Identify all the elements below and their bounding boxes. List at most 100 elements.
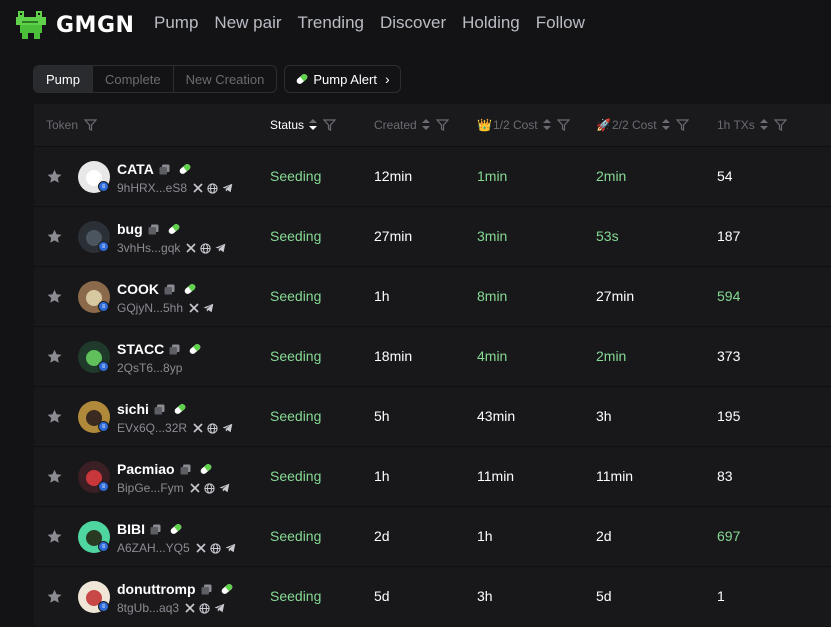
copy-icon[interactable]	[164, 284, 175, 295]
filter-icon[interactable]	[435, 119, 449, 131]
nav-new-pair[interactable]: New pair	[214, 13, 281, 33]
created-cell: 27min	[374, 228, 413, 244]
copy-icon[interactable]	[150, 524, 161, 535]
token-symbol[interactable]: donuttromp	[117, 581, 196, 597]
table-row[interactable]: ≡ COOK GQjyN...5hh Seeding 1h 8min 27min 594	[34, 266, 831, 326]
telegram-icon[interactable]	[214, 603, 225, 613]
copy-icon[interactable]	[154, 404, 165, 415]
token-symbol[interactable]: bug	[117, 221, 143, 237]
table-row[interactable]: ≡ CATA 9hHRX...eS8 Seeding 12min 1min 2min 54	[34, 146, 831, 206]
token-symbol[interactable]: CATA	[117, 161, 154, 177]
star-icon[interactable]	[46, 588, 63, 605]
pump-alert-button[interactable]: Pump Alert ›	[284, 65, 401, 93]
brand-name: GMGN	[56, 12, 135, 38]
nav-holding[interactable]: Holding	[462, 13, 520, 33]
brand-logo[interactable]: GMGN	[16, 9, 134, 41]
token-address[interactable]: 8tgUb...aq3	[117, 601, 179, 615]
table-header: Token Status Created 👑 1/2 Cost 🚀 2/2 Co…	[34, 104, 831, 146]
telegram-icon[interactable]	[222, 183, 233, 193]
filter-icon[interactable]	[675, 119, 689, 131]
full-cost-cell: 53s	[596, 228, 619, 244]
token-address[interactable]: BipGe...Fym	[117, 481, 184, 495]
table-row[interactable]: ≡ donuttromp 8tgUb...aq3 Seeding 5d 3h 5d 1	[34, 566, 831, 626]
x-icon[interactable]	[193, 183, 203, 193]
token-symbol[interactable]: COOK	[117, 281, 159, 297]
nav-pump[interactable]: Pump	[154, 13, 198, 33]
star-icon[interactable]	[46, 528, 63, 545]
status-cell: Seeding	[270, 468, 322, 484]
filter-icon[interactable]	[556, 119, 570, 131]
star-icon[interactable]	[46, 228, 63, 245]
filter-icon[interactable]	[773, 119, 787, 131]
telegram-icon[interactable]	[219, 483, 230, 493]
nav-trending[interactable]: Trending	[298, 13, 364, 33]
token-symbol[interactable]: STACC	[117, 341, 164, 357]
sort-icon[interactable]	[661, 119, 670, 131]
globe-icon[interactable]	[200, 242, 212, 254]
star-icon[interactable]	[46, 168, 63, 185]
table-row[interactable]: ≡ BIBI A6ZAH...YQ5 Seeding 2d 1h 2d 697	[34, 506, 831, 566]
table-row[interactable]: ≡ sichi EVx6Q...32R Seeding 5h 43min 3h 195	[34, 386, 831, 446]
x-icon[interactable]	[190, 483, 200, 493]
tab-complete[interactable]: Complete	[93, 66, 174, 92]
filter-icon[interactable]	[84, 119, 98, 131]
token-symbol[interactable]: BIBI	[117, 521, 145, 537]
globe-icon[interactable]	[207, 422, 218, 434]
x-icon[interactable]	[196, 543, 206, 553]
x-icon[interactable]	[193, 423, 203, 433]
nav-follow[interactable]: Follow	[536, 13, 585, 33]
created-cell: 5h	[374, 408, 390, 424]
telegram-icon[interactable]	[222, 423, 233, 433]
token-symbol[interactable]: sichi	[117, 401, 149, 417]
token-symbol-group: CATA	[117, 161, 192, 177]
sort-icon[interactable]	[542, 119, 551, 131]
col-txs[interactable]: 1h TXs	[717, 104, 787, 146]
token-address[interactable]: EVx6Q...32R	[117, 421, 187, 435]
token-address[interactable]: 9hHRX...eS8	[117, 181, 187, 195]
full-cost-cell: 27min	[596, 288, 635, 304]
globe-icon[interactable]	[199, 602, 210, 614]
pill-icon	[174, 404, 186, 414]
star-icon[interactable]	[46, 288, 63, 305]
copy-icon[interactable]	[148, 224, 159, 235]
telegram-icon[interactable]	[225, 543, 236, 553]
star-icon[interactable]	[46, 468, 63, 485]
token-address[interactable]: 2QsT6...8yp	[117, 361, 182, 375]
table-row[interactable]: ≡ bug 3vhHs...gqk Seeding 27min 3min 53s 187	[34, 206, 831, 266]
col-half-cost[interactable]: 👑 1/2 Cost	[477, 104, 570, 146]
created-cell: 18min	[374, 348, 413, 364]
globe-icon[interactable]	[204, 482, 215, 494]
sort-icon[interactable]	[759, 119, 768, 131]
copy-icon[interactable]	[169, 344, 180, 355]
status-cell: Seeding	[270, 348, 322, 364]
table-row[interactable]: ≡ Pacmiao BipGe...Fym Seeding 1h 11min 11min 83	[34, 446, 831, 506]
x-icon[interactable]	[186, 243, 196, 253]
telegram-icon[interactable]	[215, 243, 226, 253]
copy-icon[interactable]	[159, 164, 170, 175]
token-address[interactable]: 3vhHs...gqk	[117, 241, 180, 255]
col-created[interactable]: Created	[374, 104, 449, 146]
col-full-cost[interactable]: 🚀 2/2 Cost	[596, 104, 689, 146]
token-symbol[interactable]: Pacmiao	[117, 461, 175, 477]
token-address[interactable]: A6ZAH...YQ5	[117, 541, 190, 555]
nav-discover[interactable]: Discover	[380, 13, 446, 33]
copy-icon[interactable]	[201, 584, 212, 595]
star-icon[interactable]	[46, 348, 63, 365]
copy-icon[interactable]	[180, 464, 191, 475]
globe-icon[interactable]	[207, 182, 218, 194]
star-icon[interactable]	[46, 408, 63, 425]
x-icon[interactable]	[189, 303, 199, 313]
telegram-icon[interactable]	[203, 303, 214, 313]
sort-icon[interactable]	[421, 119, 430, 131]
chain-badge-icon: ≡	[98, 481, 109, 492]
col-status[interactable]: Status	[270, 104, 337, 146]
table-row[interactable]: ≡ STACC 2QsT6...8yp Seeding 18min 4min 2min 373	[34, 326, 831, 386]
token-address[interactable]: GQjyN...5hh	[117, 301, 183, 315]
filter-icon[interactable]	[323, 119, 337, 131]
sort-icon[interactable]	[309, 119, 318, 131]
x-icon[interactable]	[185, 603, 195, 613]
token-symbol-group: donuttromp	[117, 581, 234, 597]
globe-icon[interactable]	[210, 542, 221, 554]
tab-pump[interactable]: Pump	[34, 66, 93, 92]
tab-new-creation[interactable]: New Creation	[174, 66, 277, 92]
